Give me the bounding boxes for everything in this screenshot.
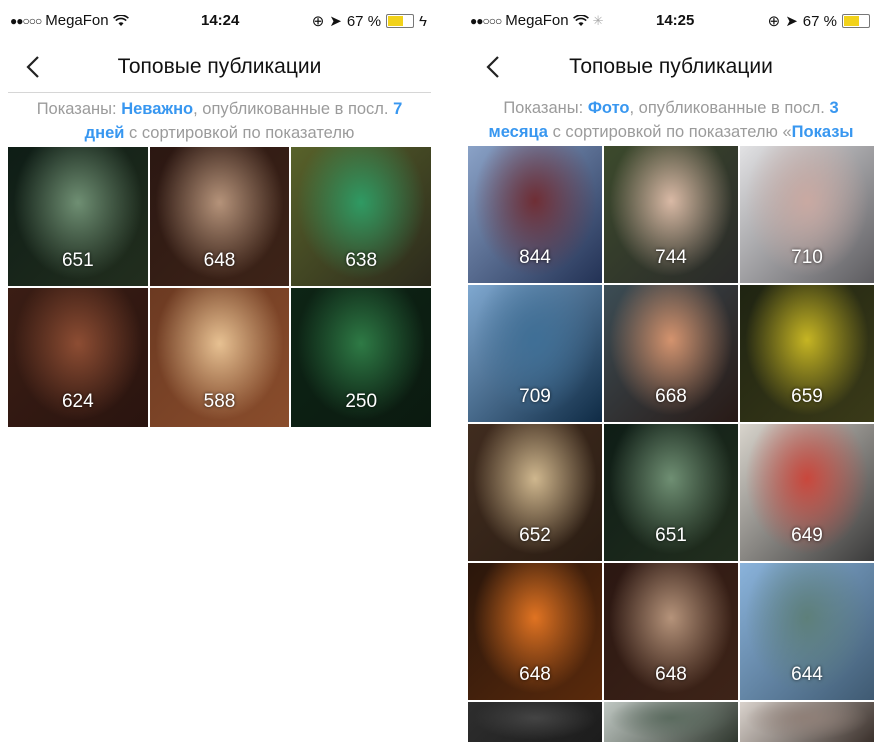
wifi-icon bbox=[112, 14, 129, 26]
battery-percent: 67 % bbox=[346, 12, 382, 30]
filter-summary: Показаны: Неважно, опубликованные в посл… bbox=[8, 93, 431, 147]
publication-tile[interactable]: 250 bbox=[291, 288, 431, 427]
impressions-count: 651 bbox=[655, 525, 687, 546]
phone-screen-left: ●●○○○ MegaFon 14:24 ⊕ ➤ 67 % ϟ Топовые п… bbox=[8, 0, 431, 751]
wifi-icon bbox=[572, 14, 589, 26]
impressions-count: 710 bbox=[791, 247, 823, 268]
battery-percent: 67 % bbox=[802, 12, 837, 30]
publication-tile[interactable]: 588 bbox=[149, 288, 290, 427]
signal-strength-icon: ●●○○○ bbox=[10, 13, 42, 28]
filter-type-link[interactable]: Фото bbox=[588, 99, 630, 117]
impressions-count: 588 bbox=[203, 391, 236, 412]
impressions-count: 844 bbox=[519, 247, 551, 268]
impressions-count: 648 bbox=[203, 250, 236, 271]
filter-summary: Показаны: Фото, опубликованные в посл. 3… bbox=[468, 92, 874, 146]
charging-bolt-icon: ϟ bbox=[419, 12, 427, 30]
publication-tile[interactable]: 744 bbox=[604, 146, 738, 283]
filter-prefix: Показаны: bbox=[503, 99, 588, 117]
filter-suffix: с сортировкой по показателю bbox=[124, 124, 355, 142]
publication-tile[interactable]: 659 bbox=[740, 285, 874, 422]
status-right: ⊕ ➤ 67 % ϟ bbox=[311, 12, 427, 31]
publications-grid: 844 744 710 709 668 659 652 651 649 648 648 644 bbox=[468, 146, 874, 742]
impressions-count: 624 bbox=[61, 391, 94, 412]
orientation-lock-icon: ⊕ bbox=[767, 13, 781, 30]
battery-icon bbox=[386, 14, 415, 28]
page-title: Топовые публикации bbox=[569, 55, 773, 78]
impressions-count: 652 bbox=[519, 525, 551, 546]
filter-prefix: Показаны: bbox=[36, 100, 122, 118]
publication-tile[interactable]: 844 bbox=[468, 146, 602, 283]
clock: 14:24 bbox=[201, 12, 240, 29]
impressions-count: 648 bbox=[655, 664, 687, 685]
publication-tile[interactable]: 710 bbox=[740, 146, 874, 283]
clock: 14:25 bbox=[656, 12, 695, 29]
activity-spinner-icon: ✳ bbox=[592, 12, 604, 28]
nav-bar: Топовые публикации bbox=[468, 44, 874, 92]
filter-middle: , опубликованные в посл. bbox=[193, 100, 394, 118]
battery-icon bbox=[842, 14, 870, 28]
publication-tile[interactable]: 624 bbox=[8, 288, 148, 427]
impressions-count: 644 bbox=[791, 664, 823, 685]
publication-tile[interactable] bbox=[468, 702, 602, 742]
publication-tile[interactable]: 648 bbox=[604, 563, 738, 700]
publication-tile[interactable] bbox=[604, 702, 738, 742]
phone-screen-right: ●●○○○ MegaFon ✳ 14:25 ⊕ ➤ 67 % Топовые п… bbox=[468, 0, 874, 751]
signal-strength-icon: ●●○○○ bbox=[470, 13, 502, 28]
impressions-count: 709 bbox=[519, 386, 551, 407]
impressions-count: 651 bbox=[61, 250, 94, 271]
status-bar: ●●○○○ MegaFon ✳ 14:25 ⊕ ➤ 67 % bbox=[468, 0, 874, 44]
publication-tile[interactable]: 651 bbox=[604, 424, 738, 561]
status-bar: ●●○○○ MegaFon 14:24 ⊕ ➤ 67 % ϟ bbox=[8, 0, 431, 44]
orientation-lock-icon: ⊕ bbox=[311, 13, 325, 30]
filter-middle: , опубликованные в посл. bbox=[629, 99, 830, 117]
carrier-name: MegaFon bbox=[45, 12, 109, 29]
publication-tile[interactable]: 709 bbox=[468, 285, 602, 422]
impressions-count: 668 bbox=[655, 386, 687, 407]
impressions-count: 649 bbox=[791, 525, 823, 546]
filter-type-link[interactable]: Неважно bbox=[121, 100, 193, 118]
filter-suffix: с сортировкой по показателю « bbox=[547, 123, 792, 141]
impressions-count: 744 bbox=[655, 247, 687, 268]
status-left: ●●○○○ MegaFon ✳ bbox=[470, 12, 604, 29]
status-left: ●●○○○ MegaFon bbox=[10, 12, 129, 29]
publications-grid: 651 648 638 624 588 250 bbox=[8, 147, 431, 427]
location-arrow-icon: ➤ bbox=[329, 13, 342, 30]
publication-tile[interactable]: 644 bbox=[740, 563, 874, 700]
impressions-count: 648 bbox=[519, 664, 551, 685]
page-title: Топовые публикации bbox=[117, 55, 322, 78]
publication-tile[interactable]: 652 bbox=[468, 424, 602, 561]
impressions-count: 250 bbox=[345, 391, 378, 412]
nav-bar: Топовые публикации bbox=[8, 44, 431, 93]
impressions-count: 659 bbox=[791, 386, 823, 407]
status-right: ⊕ ➤ 67 % bbox=[768, 12, 870, 30]
publication-tile[interactable] bbox=[740, 702, 874, 742]
publication-tile[interactable]: 668 bbox=[604, 285, 738, 422]
carrier-name: MegaFon bbox=[505, 12, 569, 29]
location-arrow-icon: ➤ bbox=[785, 13, 798, 30]
impressions-count: 638 bbox=[345, 250, 378, 271]
publication-tile[interactable]: 648 bbox=[468, 563, 602, 700]
publication-tile[interactable]: 651 bbox=[8, 147, 148, 286]
publication-tile[interactable]: 638 bbox=[291, 147, 431, 286]
filter-sort-link[interactable]: Показы bbox=[792, 123, 854, 141]
publication-tile[interactable]: 649 bbox=[740, 424, 874, 561]
publication-tile[interactable]: 648 bbox=[149, 147, 290, 286]
